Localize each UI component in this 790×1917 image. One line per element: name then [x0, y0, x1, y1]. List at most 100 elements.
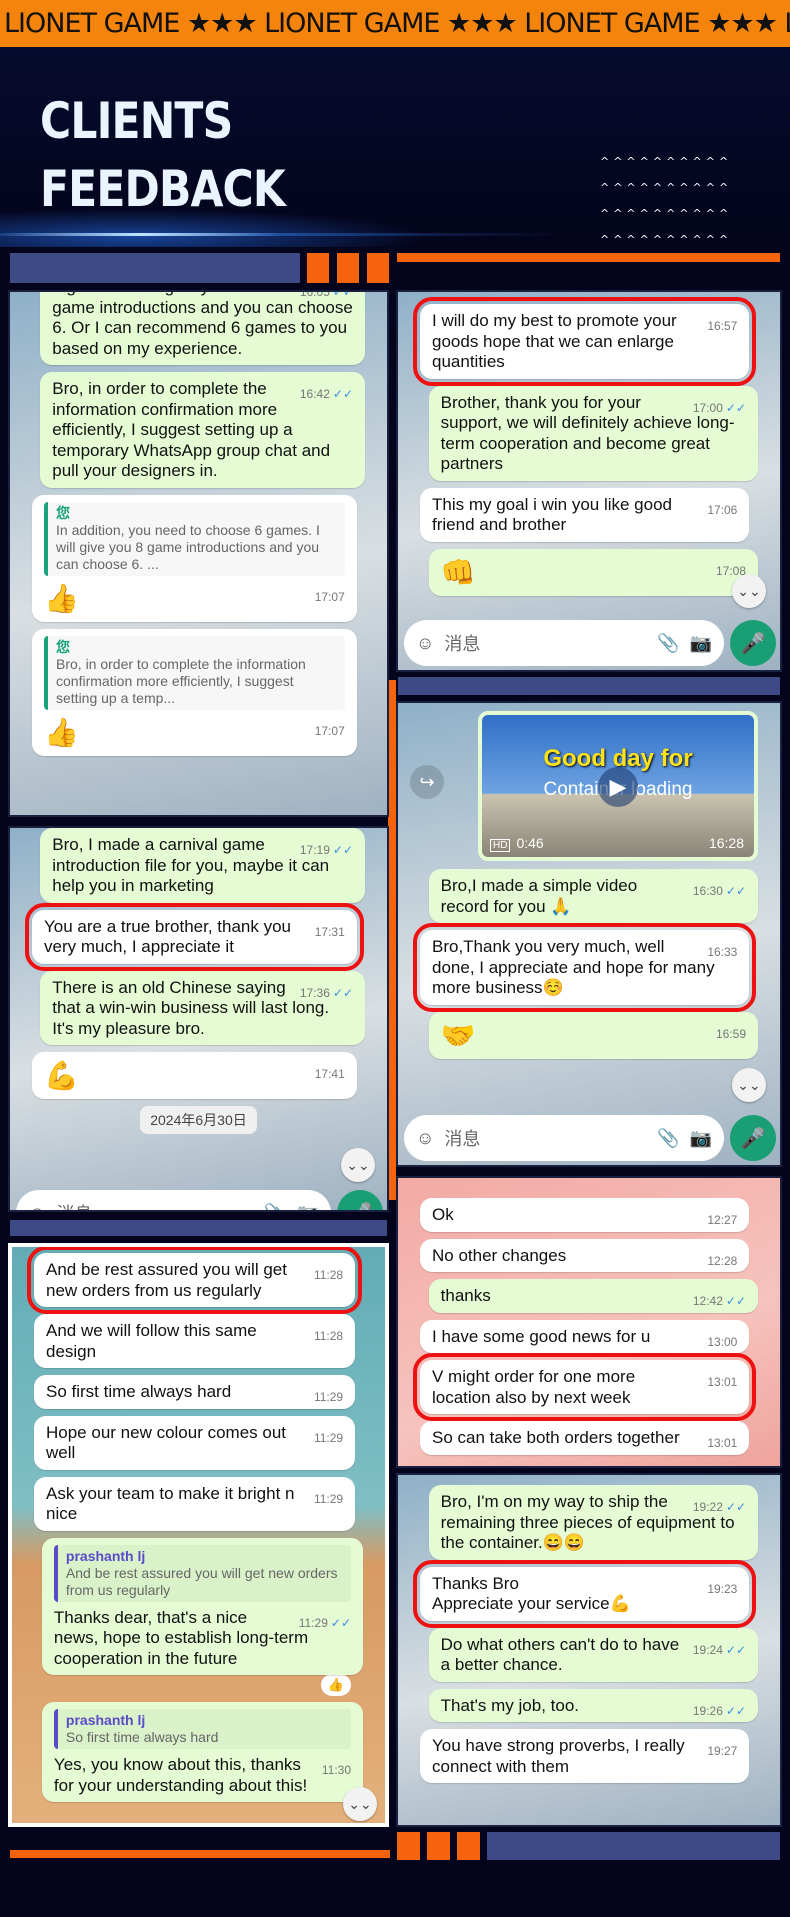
deco-square — [307, 253, 329, 283]
deco-square — [337, 253, 359, 283]
message-bubble: 13:01 So can take both orders together — [420, 1421, 750, 1455]
message-bubble: 16:30 ✓✓ Bro,I made a simple video record … — [428, 869, 758, 923]
light-flare — [0, 233, 560, 236]
message-input[interactable]: 消息 — [444, 630, 647, 656]
message-bubble: 16:05✓✓6 games. I will give you 8 game i… — [40, 292, 365, 365]
message-time: 16:59 — [716, 1027, 746, 1041]
emoji-message: 👍 — [44, 582, 79, 614]
message-text: And be rest assured you will get new ord… — [46, 1260, 287, 1300]
message-bubble: 您 Bro, in order to complete the informati… — [32, 628, 357, 756]
message-time: 11:29 — [314, 1431, 343, 1445]
message-bubble: 11:28 And we will follow this same design — [34, 1314, 356, 1368]
message-bubble: 13:00 I have some good news for u — [420, 1319, 750, 1353]
message-text: 6 games. I will give you 8 game introduc… — [52, 292, 353, 358]
message-composer[interactable]: ☺ 消息 📎 📷 — [16, 1190, 331, 1211]
time-text: 11:29 — [313, 1390, 344, 1404]
time-text: 11:28 — [313, 1268, 344, 1282]
quoted-reply[interactable]: 您 In addition, you need to choose 6 games… — [44, 501, 345, 576]
message-text: Do what others can't do to have a better… — [440, 1634, 680, 1675]
video-message[interactable]: Good day for Container loading ▶ HD 0:46 16:2… — [410, 711, 758, 861]
message-time: 11:29 — [314, 1492, 343, 1506]
message-time: 11:30 — [322, 1763, 351, 1777]
deco-line — [10, 1850, 390, 1858]
play-button[interactable]: ▶ — [598, 767, 638, 807]
read-receipt-icon: ✓✓ — [332, 985, 353, 1000]
message-text: This my goal i win you like good friend … — [432, 494, 673, 535]
scroll-down-button[interactable]: ⌄⌄ — [343, 1787, 377, 1821]
message-text: So first time always hard — [46, 1382, 232, 1401]
time-text: 11:28 — [313, 1329, 344, 1343]
message-text: I will do my best to promote your goods … — [432, 311, 677, 371]
message-input[interactable]: 消息 — [444, 1125, 647, 1151]
time-text: 19:23 — [707, 1581, 738, 1596]
message-bubble: 17:19 ✓✓ Bro, I made a carnival game intro… — [40, 828, 365, 903]
message-bubble: 19:22 ✓✓ Bro, I'm on my way to ship the re… — [428, 1485, 758, 1560]
brand-banner: LIONET GAME ★★★ LIONET GAME ★★★ LIONET G… — [0, 0, 790, 47]
chat-screenshot-3: Good day for Container loading ▶ HD 0:46 16:2… — [396, 701, 782, 1167]
scroll-down-button[interactable]: ⌄⌄ — [341, 1148, 375, 1182]
mic-button[interactable]: 🎤 — [730, 1115, 776, 1161]
message-text: Bro,Thank you very much, well done, I ap… — [432, 937, 715, 997]
reaction-badge[interactable]: 👍 — [321, 1674, 351, 1696]
scroll-down-button[interactable]: ⌄⌄ — [732, 574, 766, 608]
time-text: 19:26 — [692, 1703, 723, 1718]
message-text: Thanks dear, that's a nice news, hope to… — [53, 1607, 309, 1668]
message-text: You have strong proverbs, I really conne… — [432, 1736, 685, 1776]
deco-line — [388, 680, 396, 1200]
chat-screenshot-7: 19:22 ✓✓ Bro, I'm on my way to ship the re… — [396, 1473, 782, 1827]
message-text: I have some good news for u — [432, 1326, 651, 1346]
message-time: 11:28 — [314, 1329, 343, 1343]
quoted-reply[interactable]: 您 Bro, in order to complete the informati… — [44, 635, 345, 710]
message-composer[interactable]: ☺ 消息 📎 📷 — [404, 620, 724, 666]
emoji-icon[interactable]: ☺ — [416, 1128, 434, 1149]
message-bubble: 19:26 ✓✓ That's my job, too. — [428, 1688, 758, 1722]
message-bubble: 19:23 Thanks Bro Appreciate your service💪 — [412, 1559, 757, 1628]
message-time: 19:27 — [707, 1744, 737, 1758]
message-bubble: 17:36 ✓✓ There is an old Chinese saying th… — [40, 970, 365, 1045]
attach-icon[interactable]: 📎 — [657, 1128, 679, 1149]
message-time: 17:06 — [707, 503, 737, 517]
attach-icon[interactable]: 📎 — [264, 1203, 286, 1211]
quote-text: In addition, you need to choose 6 games.… — [56, 521, 320, 572]
message-bubble: 17:41 💪 — [32, 1052, 357, 1099]
message-text: Bro,I made a simple video record for you… — [440, 876, 638, 916]
read-receipt-icon: ✓✓ — [725, 1703, 746, 1718]
message-time: 12:27 — [707, 1213, 737, 1227]
chat-screenshot-6: 12:27 Ok 12:28 No other changes 12:42 ✓✓ thank… — [396, 1176, 782, 1468]
message-text: Ok — [432, 1205, 454, 1224]
message-time: 13:01 — [707, 1436, 737, 1450]
message-text: Thanks Bro Appreciate your service💪 — [432, 1573, 631, 1614]
read-receipt-icon: ✓✓ — [330, 1615, 351, 1630]
mic-button[interactable]: 🎤 — [337, 1190, 383, 1210]
quoted-reply[interactable]: prashanth lj And be rest assured you will… — [53, 1544, 351, 1602]
emoji-message: 🤝 — [440, 1019, 476, 1051]
time-text: 17:31 — [314, 924, 345, 939]
message-text: And we will follow this same design — [46, 1321, 257, 1361]
chat-screenshot-1: 16:05✓✓6 games. I will give you 8 game i… — [8, 290, 389, 817]
time-text: 17:41 — [314, 1067, 345, 1081]
deco-square — [367, 253, 389, 283]
video-duration: 0:46 — [516, 835, 544, 851]
mic-button[interactable]: 🎤 — [730, 620, 776, 666]
message-bubble: 13:01 V might order for one more location… — [412, 1353, 757, 1421]
message-bubble: 16:42 ✓✓ Bro, in order to complete the inf… — [40, 372, 365, 488]
time-text: 19:24 — [692, 1642, 723, 1657]
camera-icon[interactable]: 📷 — [297, 1203, 319, 1211]
message-bubble: prashanth lj So first time always hard 11:… — [41, 1702, 363, 1802]
time-text: 12:27 — [707, 1213, 738, 1227]
quoted-reply[interactable]: prashanth lj So first time always hard — [53, 1709, 351, 1749]
scroll-down-button[interactable]: ⌄⌄ — [732, 1068, 766, 1102]
emoji-icon[interactable]: ☺ — [416, 633, 434, 654]
message-bubble: 12:28 No other changes — [420, 1238, 750, 1272]
time-text: 17:07 — [314, 589, 345, 604]
message-composer[interactable]: ☺ 消息 📎 📷 — [404, 1115, 724, 1161]
quote-text: Bro, in order to complete the informatio… — [56, 655, 306, 706]
forward-button[interactable]: ↪ — [410, 765, 444, 799]
attach-icon[interactable]: 📎 — [657, 633, 679, 654]
message-input[interactable]: 消息 — [56, 1200, 254, 1210]
emoji-icon[interactable]: ☺ — [28, 1203, 46, 1211]
camera-icon[interactable]: 📷 — [690, 633, 712, 654]
camera-icon[interactable]: 📷 — [690, 1128, 712, 1149]
deco-bar — [487, 1832, 780, 1860]
message-bubble: 16:57 I will do my best to promote your g… — [412, 297, 757, 386]
